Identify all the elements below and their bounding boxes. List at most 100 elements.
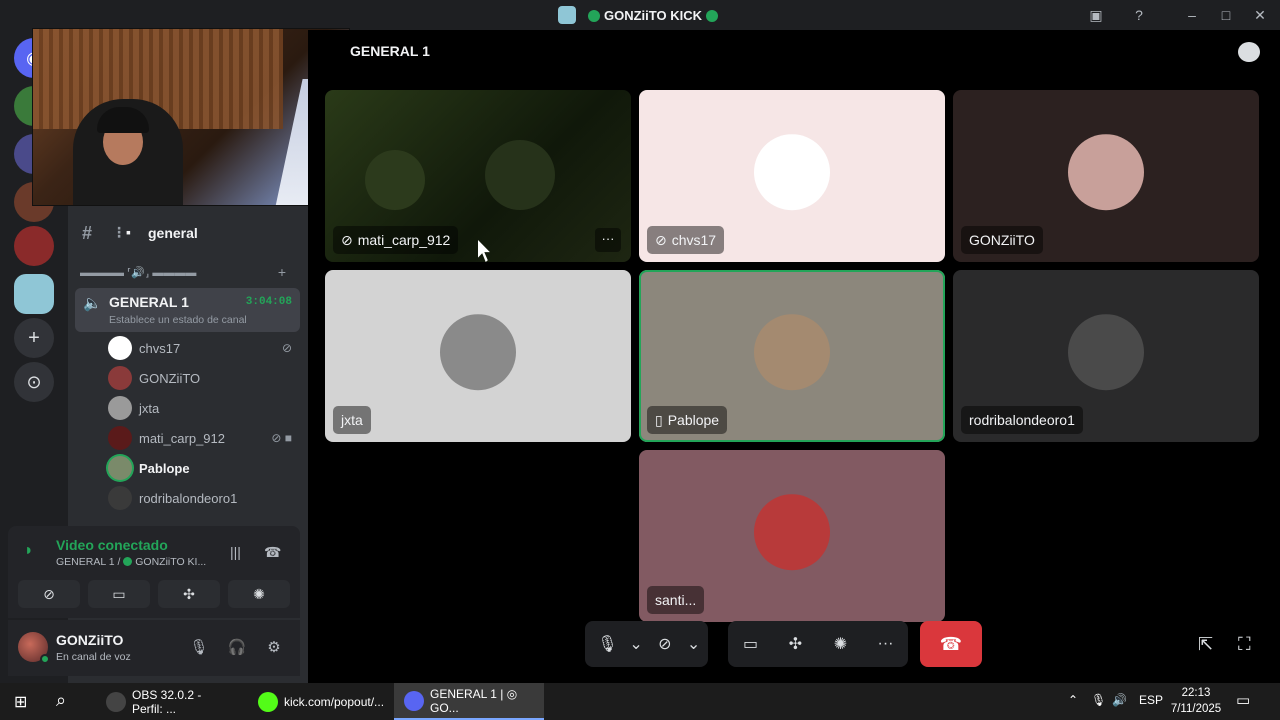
voice-member[interactable]: GONZiiTO <box>108 365 298 391</box>
participant-name: rodribalondeoro1 <box>969 412 1075 428</box>
online-dot-icon <box>705 10 718 22</box>
connection-location[interactable]: GENERAL 1 / GONZiiTO KI... <box>56 556 206 568</box>
end-call-button[interactable]: ☎ <box>920 621 982 667</box>
connection-status[interactable]: Video conectado <box>56 537 168 553</box>
muted-mic-icon: ⊘ <box>281 341 292 355</box>
participant-avatar <box>754 494 830 571</box>
maximize-button[interactable]: □ <box>1216 5 1236 25</box>
server-red-icon[interactable] <box>14 226 54 266</box>
voice-connection-panel: ◗ Video conectado GENERAL 1 / GONZiiTO K… <box>8 526 300 618</box>
settings-gear-icon[interactable]: ⚙ <box>263 638 285 656</box>
participant-tile[interactable]: ⊘ chvs17 <box>639 90 945 262</box>
taskbar-app[interactable]: OBS 32.0.2 - Perfil: ... <box>96 683 232 720</box>
server-icon <box>558 6 576 24</box>
search-icon[interactable]: ⌕ <box>56 690 66 711</box>
signal-icon[interactable]: ◗ <box>24 542 34 560</box>
more-options-icon[interactable]: ··· <box>595 228 621 252</box>
window-titlebar: GONZiiTO KICK ▣ ? – □ ✕ <box>0 0 1280 30</box>
close-button[interactable]: ✕ <box>1250 5 1270 25</box>
chevron-up-icon[interactable]: ⌃ <box>1068 693 1078 707</box>
member-name: GONZiiTO <box>139 370 201 386</box>
channel-status[interactable]: Establece un estado de canal <box>109 314 247 326</box>
soundboard-icon[interactable]: ✺ <box>826 634 856 654</box>
voice-member[interactable]: rodribalondeoro1 <box>108 485 298 511</box>
voice-member[interactable]: chvs17 ⊘ <box>108 335 298 361</box>
participant-label: ⊘ mati_carp_912 <box>333 226 459 254</box>
voice-member[interactable]: jxta <box>108 395 298 421</box>
video-feed-figure <box>485 140 555 210</box>
volume-icon[interactable]: 🔊 <box>1112 693 1127 707</box>
server-active-icon[interactable] <box>14 274 54 314</box>
activities-icon[interactable]: ✣ <box>781 634 811 654</box>
window-title: GONZiiTO KICK <box>604 8 702 23</box>
chevron-down-icon[interactable]: ⌄ <box>622 634 651 654</box>
hashtag-icon: # <box>82 223 93 243</box>
clock-time: 22:13 <box>1181 687 1211 699</box>
headphones-icon[interactable]: 🎧 <box>226 638 248 656</box>
participant-name: GONZiiTO <box>969 232 1035 248</box>
inbox-icon[interactable]: ▣ <box>1086 5 1106 25</box>
participant-tile[interactable]: jxta <box>325 270 631 442</box>
muted-mic-icon: ⊘ <box>655 232 667 248</box>
participant-name: mati_carp_912 <box>357 232 451 248</box>
participant-label: ⊘ chvs17 <box>647 226 725 254</box>
discover-icon[interactable]: ⊙ <box>14 362 54 402</box>
video-camera-icon: ■ <box>281 431 292 445</box>
participant-name: santi... <box>655 592 697 608</box>
add-channel-icon[interactable]: + <box>278 264 286 280</box>
participant-avatar <box>754 134 830 211</box>
screen-share-icon[interactable]: ▭ <box>736 634 766 654</box>
notifications-icon[interactable]: ▭ <box>1236 691 1250 709</box>
participant-name: jxta <box>341 412 363 428</box>
fullscreen-icon[interactable]: ⛶ <box>1238 634 1251 655</box>
microphone-tray-icon[interactable]: 🎙 <box>1091 693 1106 707</box>
voice-channel-general-1[interactable]: 🔈 GENERAL 1 3:04:08 Establece un estado … <box>75 288 300 332</box>
taskbar-app[interactable]: kick.com/popout/... <box>248 683 384 720</box>
voice-member[interactable]: Pablope <box>108 455 298 481</box>
windows-taskbar: ⊞ ⌕ OBS 32.0.2 - Perfil: ... kick.com/pop… <box>0 683 1280 720</box>
text-channel-general[interactable]: # ⋮ ▪ general <box>68 220 308 246</box>
microphone-icon[interactable]: 🎙 <box>188 638 210 656</box>
member-avatar <box>108 336 132 360</box>
user-name[interactable]: GONZiiTO <box>56 632 123 648</box>
more-options-icon[interactable]: ··· <box>871 635 901 653</box>
voice-category-header[interactable]: ▬▬▬▬ ⸢🔊⸥ ▬▬▬▬ + <box>80 264 290 282</box>
taskbar-app[interactable]: GENERAL 1 | ◎ GO... <box>394 683 544 720</box>
participant-tile[interactable]: ▯ Pablope <box>639 270 945 442</box>
member-name: jxta <box>139 400 160 416</box>
activities-button[interactable]: ✣ <box>158 580 220 608</box>
participant-tile[interactable]: ⊘ mati_carp_912 ··· <box>325 90 631 262</box>
speaker-icon: 🔈 <box>83 295 102 312</box>
minimize-button[interactable]: – <box>1182 5 1202 25</box>
muted-mic-icon: ⊘ <box>341 232 353 248</box>
chat-icon[interactable] <box>1238 42 1260 62</box>
popout-icon[interactable]: ⇱ <box>1198 634 1213 655</box>
divider-icon: ⋮ <box>112 224 126 240</box>
chevron-down-icon[interactable]: ⌄ <box>679 634 708 654</box>
disconnect-icon[interactable]: ☎ <box>264 544 281 561</box>
taskbar-app-label: kick.com/popout/... <box>284 694 385 709</box>
app-icon <box>404 690 424 711</box>
help-icon[interactable]: ? <box>1129 5 1149 25</box>
system-clock[interactable]: 22:13 7/11/2025 <box>1168 685 1224 717</box>
member-state-icons: ⊘ ■ <box>271 431 292 445</box>
participant-avatar <box>1068 314 1144 391</box>
language-indicator[interactable]: ESP <box>1139 693 1163 707</box>
windows-start-icon[interactable]: ⊞ <box>14 692 27 712</box>
participant-tile[interactable]: rodribalondeoro1 <box>953 270 1259 442</box>
screen-share-button[interactable]: ▭ <box>88 580 150 608</box>
clock-date: 7/11/2025 <box>1170 703 1222 715</box>
soundboard-button[interactable]: ✺ <box>228 580 290 608</box>
member-avatar <box>108 426 132 450</box>
member-name: chvs17 <box>139 340 181 356</box>
participant-tile[interactable]: santi... <box>639 450 945 622</box>
voice-member[interactable]: mati_carp_912 ⊘ ■ <box>108 425 298 451</box>
participant-name: Pablope <box>667 412 720 428</box>
noise-suppression-icon[interactable]: ||| <box>230 544 241 560</box>
camera-off-button[interactable]: ⊘ <box>18 580 80 608</box>
participant-tile[interactable]: GONZiiTO <box>953 90 1259 262</box>
add-server-icon[interactable]: + <box>14 318 54 358</box>
microphone-icon[interactable]: 🎙 <box>593 634 622 654</box>
chat-bubble-icon: ▪ <box>126 224 131 240</box>
camera-off-icon[interactable]: ⊘ <box>651 634 680 654</box>
